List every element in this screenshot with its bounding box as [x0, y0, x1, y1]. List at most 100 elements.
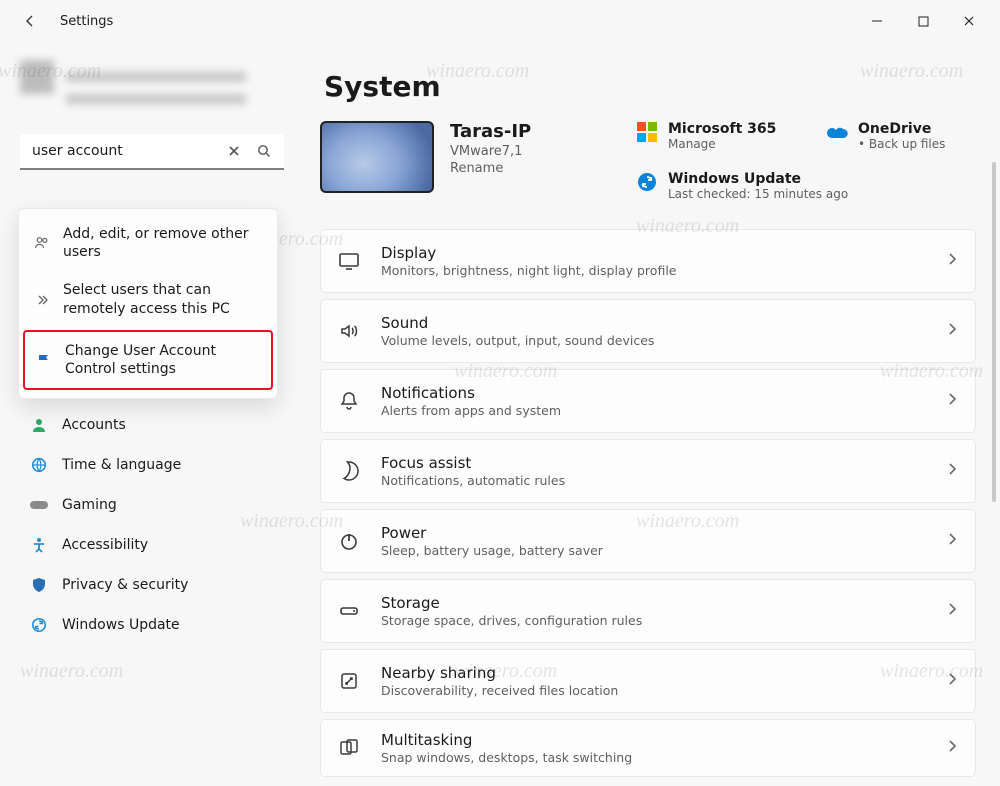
nav-item-time-language[interactable]: Time & language	[20, 446, 284, 484]
nav-label: Windows Update	[62, 617, 180, 633]
item-title: Storage	[381, 594, 947, 612]
nav-item-gaming[interactable]: Gaming	[20, 486, 284, 524]
storage-icon	[335, 597, 363, 625]
update-icon	[636, 171, 658, 193]
microsoft-365-tile[interactable]: Microsoft 365 Manage	[636, 121, 786, 151]
main-content: System Taras-IP VMware7,1 Rename	[296, 42, 1000, 786]
accessibility-icon	[30, 536, 48, 554]
search-input[interactable]	[30, 142, 216, 160]
notifications-icon	[335, 387, 363, 415]
suggestion-label: Change User Account Control settings	[65, 342, 261, 378]
chevron-right-icon	[947, 392, 957, 410]
remote-icon	[33, 291, 51, 309]
back-button[interactable]	[14, 5, 46, 37]
item-subtitle: Storage space, drives, configuration rul…	[381, 613, 947, 628]
settings-item-sound[interactable]: SoundVolume levels, output, input, sound…	[320, 299, 976, 363]
minimize-icon	[871, 15, 883, 27]
nav-label: Accounts	[62, 417, 126, 433]
item-subtitle: Notifications, automatic rules	[381, 473, 947, 488]
accounts-icon	[30, 416, 48, 434]
settings-item-focus[interactable]: Focus assistNotifications, automatic rul…	[320, 439, 976, 503]
item-subtitle: Snap windows, desktops, task switching	[381, 750, 947, 765]
close-icon	[963, 15, 975, 27]
tile-title: Windows Update	[668, 171, 848, 187]
settings-item-notifications[interactable]: NotificationsAlerts from apps and system	[320, 369, 976, 433]
search-suggestion[interactable]: Select users that can remotely access th…	[19, 271, 277, 327]
settings-item-storage[interactable]: StorageStorage space, drives, configurat…	[320, 579, 976, 643]
item-subtitle: Discoverability, received files location	[381, 683, 947, 698]
item-subtitle: Alerts from apps and system	[381, 403, 947, 418]
titlebar: Settings	[0, 0, 1000, 42]
device-rename-link[interactable]: Rename	[450, 161, 531, 176]
scrollbar[interactable]	[992, 162, 996, 502]
search-icon	[257, 144, 271, 158]
sound-icon	[335, 317, 363, 345]
device-model: VMware7,1	[450, 144, 531, 159]
chevron-right-icon	[947, 322, 957, 340]
shield-icon	[30, 576, 48, 594]
users-icon	[33, 234, 51, 252]
chevron-right-icon	[947, 532, 957, 550]
nav-label: Gaming	[62, 497, 117, 513]
search-box[interactable]	[20, 134, 284, 170]
windows-update-tile[interactable]: Windows Update Last checked: 15 minutes …	[636, 171, 976, 201]
update-icon	[30, 616, 48, 634]
item-subtitle: Volume levels, output, input, sound devi…	[381, 333, 947, 348]
device-name: Taras-IP	[450, 121, 531, 142]
microsoft-365-icon	[636, 121, 658, 143]
chevron-right-icon	[947, 602, 957, 620]
suggestion-label: Add, edit, or remove other users	[63, 225, 263, 261]
flag-icon	[35, 351, 53, 369]
device-info: Taras-IP VMware7,1 Rename	[450, 121, 531, 176]
settings-item-nearby[interactable]: Nearby sharingDiscoverability, received …	[320, 649, 976, 713]
item-title: Display	[381, 244, 947, 262]
window-close-button[interactable]	[946, 5, 992, 37]
focus-icon	[335, 457, 363, 485]
window-maximize-button[interactable]	[900, 5, 946, 37]
onedrive-icon	[826, 121, 848, 143]
tile-subtitle: Manage	[668, 137, 776, 151]
item-title: Nearby sharing	[381, 664, 947, 682]
item-title: Multitasking	[381, 731, 947, 749]
page-title: System	[324, 70, 976, 103]
device-row: Taras-IP VMware7,1 Rename Mic	[320, 121, 976, 201]
chevron-right-icon	[947, 252, 957, 270]
settings-item-display[interactable]: DisplayMonitors, brightness, night light…	[320, 229, 976, 293]
globe-icon	[30, 456, 48, 474]
search-suggestion-highlighted[interactable]: Change User Account Control settings	[23, 330, 273, 390]
device-wallpaper-thumb[interactable]	[320, 121, 434, 193]
search-suggestion[interactable]: Add, edit, or remove other users	[19, 215, 277, 271]
nav-item-privacy[interactable]: Privacy & security	[20, 566, 284, 604]
search-suggestions: Add, edit, or remove other users Select …	[18, 208, 278, 399]
nav-label: Accessibility	[62, 537, 148, 553]
search-clear-button[interactable]	[222, 139, 246, 163]
tile-subtitle: Last checked: 15 minutes ago	[668, 187, 848, 201]
back-arrow-icon	[22, 13, 38, 29]
item-title: Notifications	[381, 384, 947, 402]
chevron-right-icon	[947, 739, 957, 757]
settings-list: DisplayMonitors, brightness, night light…	[320, 229, 976, 777]
search-submit-button[interactable]	[252, 139, 276, 163]
nav-item-accounts[interactable]: Accounts	[20, 406, 284, 444]
window-title: Settings	[60, 14, 113, 29]
item-title: Power	[381, 524, 947, 542]
nav-item-accessibility[interactable]: Accessibility	[20, 526, 284, 564]
item-title: Sound	[381, 314, 947, 332]
settings-item-power[interactable]: PowerSleep, battery usage, battery saver	[320, 509, 976, 573]
tile-title: Microsoft 365	[668, 121, 776, 137]
window-minimize-button[interactable]	[854, 5, 900, 37]
onedrive-tile[interactable]: OneDrive • Back up files	[826, 121, 976, 151]
item-subtitle: Monitors, brightness, night light, displ…	[381, 263, 947, 278]
display-icon	[335, 247, 363, 275]
nav-item-windows-update[interactable]: Windows Update	[20, 606, 284, 644]
user-header-blurred	[20, 54, 260, 124]
sidebar: Add, edit, or remove other users Select …	[0, 42, 296, 786]
item-title: Focus assist	[381, 454, 947, 472]
x-icon	[228, 145, 240, 157]
tile-title: OneDrive	[858, 121, 945, 137]
settings-item-multitask[interactable]: MultitaskingSnap windows, desktops, task…	[320, 719, 976, 777]
power-icon	[335, 527, 363, 555]
item-subtitle: Sleep, battery usage, battery saver	[381, 543, 947, 558]
nav-label: Time & language	[62, 457, 181, 473]
nav-label: Privacy & security	[62, 577, 188, 593]
